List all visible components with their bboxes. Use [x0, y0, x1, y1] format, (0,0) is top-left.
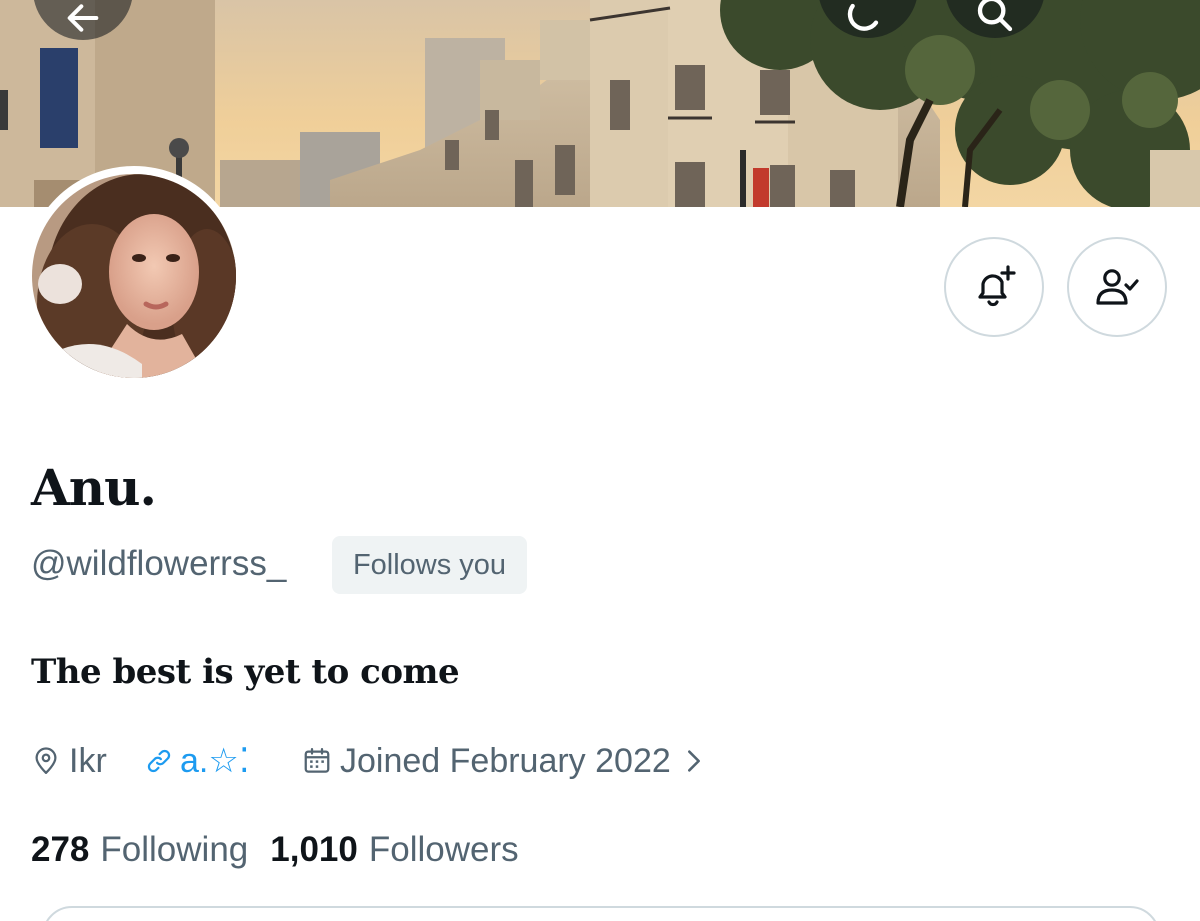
person-check-icon: [1096, 269, 1139, 305]
chevron-right-icon: [687, 750, 700, 772]
followers-link[interactable]: 1,010 Followers: [270, 830, 518, 870]
location-pin-icon: [35, 747, 57, 774]
calendar-icon: [304, 748, 330, 773]
followers-count: 1,010: [270, 830, 358, 869]
avatar-image: [32, 174, 236, 378]
location-text: Ikr: [69, 741, 107, 780]
next-section-edge: [42, 906, 1160, 921]
following-link[interactable]: 278 Following: [31, 830, 248, 870]
search-icon: [977, 0, 1013, 32]
follow-counts: 278 Following 1,010 Followers: [31, 830, 519, 870]
following-button[interactable]: [1067, 237, 1167, 337]
link-icon: [147, 749, 171, 773]
bell-plus-icon: [978, 265, 1016, 307]
display-name: Anu.: [31, 458, 157, 517]
profile-website-link[interactable]: a.☆⁚: [144, 738, 250, 784]
more-icon: [847, 3, 879, 31]
follows-you-badge: Follows you: [332, 536, 527, 594]
followers-label: Followers: [368, 830, 519, 869]
profile-page: Anu. @wildflowerrss_ Follows you The bes…: [0, 0, 1200, 921]
profile-location: Ikr: [31, 738, 107, 784]
joined-text: Joined February 2022: [340, 741, 671, 780]
user-handle: @wildflowerrss_: [31, 544, 287, 583]
following-label: Following: [100, 830, 249, 869]
notify-button[interactable]: [944, 237, 1044, 337]
website-text: a.☆⁚: [180, 742, 250, 780]
profile-bio: The best is yet to come: [31, 652, 460, 692]
following-count: 278: [31, 830, 90, 869]
profile-joined-date[interactable]: Joined February 2022: [302, 738, 713, 784]
profile-avatar[interactable]: [24, 166, 244, 386]
arrow-left-icon: [67, 4, 99, 32]
